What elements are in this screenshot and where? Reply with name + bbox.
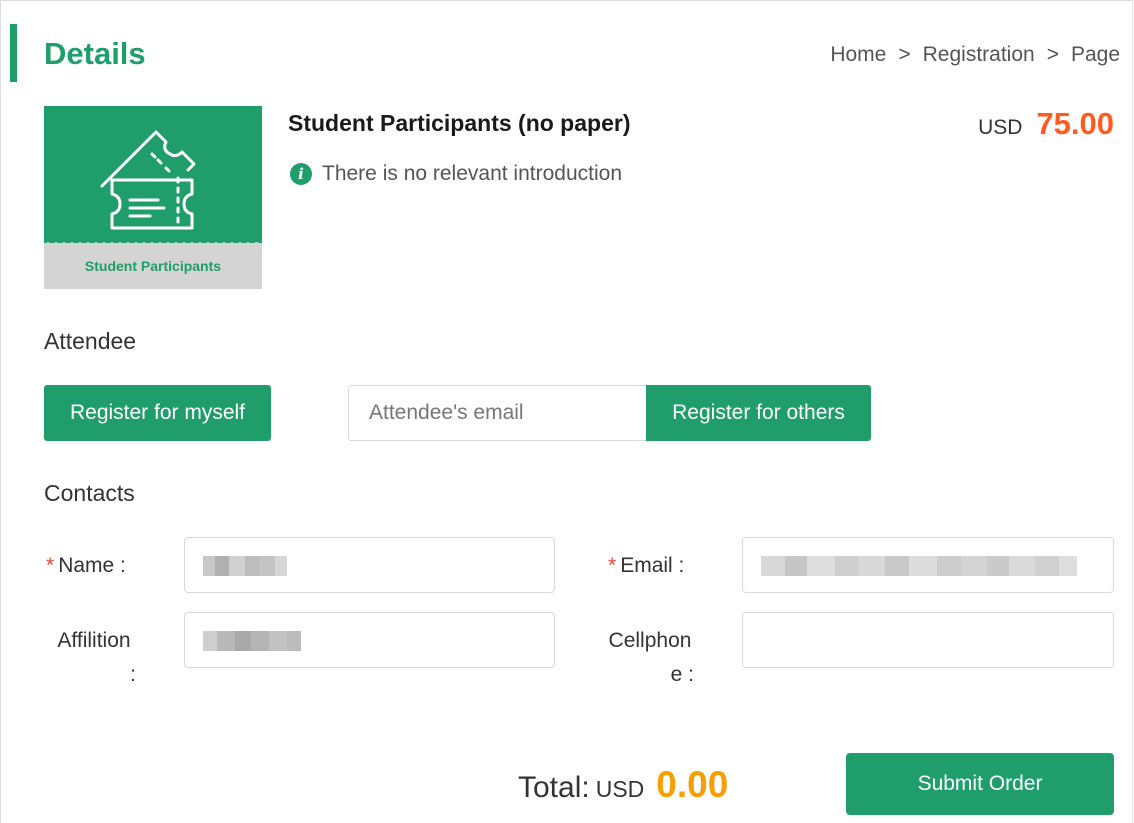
order-total: Total: USD 0.00 xyxy=(518,764,728,806)
affiliation-label: Affilition : xyxy=(46,624,142,692)
info-icon: i xyxy=(290,163,312,185)
breadcrumb-page: Page xyxy=(1070,43,1120,66)
ticket-icon xyxy=(100,130,196,230)
product-name: Student Participants (no paper) xyxy=(288,110,631,136)
contacts-section-label: Contacts xyxy=(44,480,135,506)
total-amount: 0.00 xyxy=(656,764,729,805)
cellphone-field[interactable] xyxy=(742,612,1114,668)
affiliation-field[interactable] xyxy=(184,612,555,668)
price-currency: USD xyxy=(978,116,1023,139)
attendee-section-label: Attendee xyxy=(44,328,137,354)
product-intro-text: There is no relevant introduction xyxy=(322,162,622,185)
breadcrumb-home[interactable]: Home xyxy=(830,43,886,67)
name-field[interactable] xyxy=(184,537,555,593)
price-amount: 75.00 xyxy=(1036,106,1114,141)
page-title: Details xyxy=(44,36,146,71)
cellphone-label-line2: e : xyxy=(670,663,694,686)
product-image: Student Participants xyxy=(44,106,262,289)
redacted-value xyxy=(203,631,301,651)
affiliation-label-line1: Affilition xyxy=(57,629,131,652)
email-field[interactable] xyxy=(742,537,1114,593)
register-others-button[interactable]: Register for others xyxy=(646,385,871,441)
register-myself-button[interactable]: Register for myself xyxy=(44,385,271,441)
affiliation-label-line2: : xyxy=(130,663,136,686)
product-price: USD 75.00 xyxy=(978,106,1114,142)
submit-order-button[interactable]: Submit Order xyxy=(846,753,1114,815)
total-label: Total: xyxy=(518,771,590,804)
required-mark: * xyxy=(46,554,55,577)
attendee-email-input[interactable] xyxy=(348,385,648,441)
product-intro: i There is no relevant introduction xyxy=(290,162,622,186)
breadcrumb-separator: > xyxy=(1046,43,1059,66)
email-label: * Email : xyxy=(608,549,718,583)
redacted-value xyxy=(203,556,287,576)
breadcrumb-registration[interactable]: Registration xyxy=(923,43,1035,67)
product-image-label: Student Participants xyxy=(44,243,262,289)
title-accent-bar xyxy=(10,24,17,82)
cellphone-label: Cellphon e : xyxy=(600,624,700,692)
required-mark: * xyxy=(608,554,617,577)
breadcrumb: Home > Registration > Page xyxy=(830,43,1120,67)
breadcrumb-separator: > xyxy=(898,43,911,66)
email-label-text: Email : xyxy=(620,554,685,577)
total-currency: USD xyxy=(595,776,645,802)
name-label: * Name : xyxy=(46,549,156,583)
redacted-value xyxy=(761,556,1077,576)
name-label-text: Name : xyxy=(58,554,126,577)
cellphone-label-line1: Cellphon xyxy=(608,629,692,652)
